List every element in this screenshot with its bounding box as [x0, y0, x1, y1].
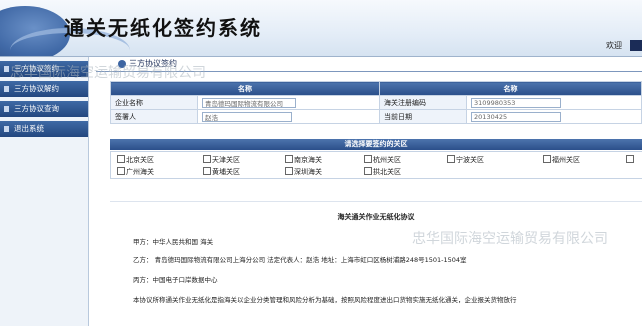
- checkbox-icon[interactable]: [447, 155, 455, 163]
- welcome-text: 欢迎: [606, 41, 622, 50]
- checkbox-icon[interactable]: [364, 155, 372, 163]
- customs-checkbox-tianjin[interactable]: 天津关区: [203, 155, 240, 165]
- signer-label: 签署人: [110, 109, 198, 124]
- user-menu-icon[interactable]: [630, 40, 642, 51]
- sidebar-item-query[interactable]: 三方协议查询: [0, 101, 88, 117]
- bullet-icon: [4, 86, 9, 92]
- customs-checkbox-hangzhou[interactable]: 杭州关区: [364, 155, 401, 165]
- checkbox-icon[interactable]: [285, 155, 293, 163]
- party-c-line: 丙方：中国电子口岸数据中心: [133, 276, 218, 284]
- current-date-label: 当前日期: [379, 109, 468, 124]
- agreement-document: 海关通关作业无纸化协议 甲方：中华人民共和国 海关 乙方： 青岛德玛国际物流有限…: [110, 201, 642, 327]
- customs-checkbox-gongbei[interactable]: 拱北关区: [364, 167, 401, 177]
- customs-checkbox-fuzhou[interactable]: 福州关区: [543, 155, 580, 165]
- checkbox-icon[interactable]: [543, 155, 551, 163]
- checkbox-icon[interactable]: [203, 155, 211, 163]
- agreement-title: 海关通关作业无纸化协议: [337, 213, 415, 221]
- checkbox-icon[interactable]: [364, 167, 372, 175]
- section-header: 三方协议签约: [96, 57, 642, 72]
- app-header: 通关无纸化签约系统 欢迎: [0, 0, 642, 57]
- checkbox-icon[interactable]: [117, 155, 125, 163]
- checkbox-icon[interactable]: [285, 167, 293, 175]
- customs-checkbox-ningbo[interactable]: 宁波关区: [447, 155, 484, 165]
- current-date-field[interactable]: [471, 111, 562, 122]
- party-a-line: 甲方：中华人民共和国 海关: [133, 238, 214, 246]
- customs-checkbox-grid: 北京关区 天津关区 南京海关 杭州关区 宁波关区 福州关区 广州海关 黄埔关区 …: [110, 151, 642, 179]
- company-info-table: 名称 名称 企业名称 海关注册编码 签署人 当前日期: [109, 81, 642, 124]
- main-content: 三方协议签约 名称 名称 企业名称 海关注册编码 签署人 当前日期 请选择要签约…: [96, 57, 642, 326]
- bullet-icon: [4, 66, 9, 72]
- customs-code-field[interactable]: [471, 97, 562, 108]
- system-title: 通关无纸化签约系统: [64, 16, 262, 40]
- customs-checkbox-shenzhen[interactable]: 深圳海关: [285, 167, 322, 177]
- company-name-field[interactable]: [202, 97, 296, 108]
- customs-checkbox-guangzhou[interactable]: 广州海关: [117, 167, 154, 177]
- signer-field[interactable]: [202, 111, 292, 122]
- bullet-icon: [4, 126, 9, 132]
- column-header: 名称: [379, 81, 642, 96]
- column-header: 名称: [109, 81, 381, 96]
- party-b-line: 乙方： 青岛德玛国际物流有限公司上海分公司 法定代表人：赵浩 地址：上海市虹口区…: [133, 256, 467, 264]
- sidebar-item-logout[interactable]: 退出系统: [0, 121, 88, 137]
- agreement-body: 本协议所称通关作业无纸化是指海关以企业分类管理和风险分析为基础，按照风险程度进出…: [133, 296, 517, 304]
- section-icon: [118, 60, 126, 68]
- sidebar-item-sign[interactable]: 三方协议签约: [0, 61, 88, 77]
- checkbox-icon[interactable]: [626, 155, 634, 163]
- bullet-icon: [4, 106, 9, 112]
- customs-checkbox-beijing[interactable]: 北京关区: [117, 155, 154, 165]
- checkbox-icon[interactable]: [117, 167, 125, 175]
- table-row: 企业名称 海关注册编码: [110, 95, 642, 110]
- customs-select-header: 请选择要签约的关区: [110, 139, 642, 150]
- customs-checkbox-nanjing[interactable]: 南京海关: [285, 155, 322, 165]
- customs-checkbox-huangpu[interactable]: 黄埔关区: [203, 167, 240, 177]
- company-name-label: 企业名称: [110, 95, 198, 110]
- sidebar: 三方协议签约 三方协议解约 三方协议查询 退出系统: [0, 57, 89, 326]
- customs-code-label: 海关注册编码: [379, 95, 468, 110]
- sidebar-item-terminate[interactable]: 三方协议解约: [0, 81, 88, 97]
- table-row: 签署人 当前日期: [110, 109, 642, 124]
- checkbox-icon[interactable]: [203, 167, 211, 175]
- customs-checkbox-more[interactable]: [626, 155, 635, 164]
